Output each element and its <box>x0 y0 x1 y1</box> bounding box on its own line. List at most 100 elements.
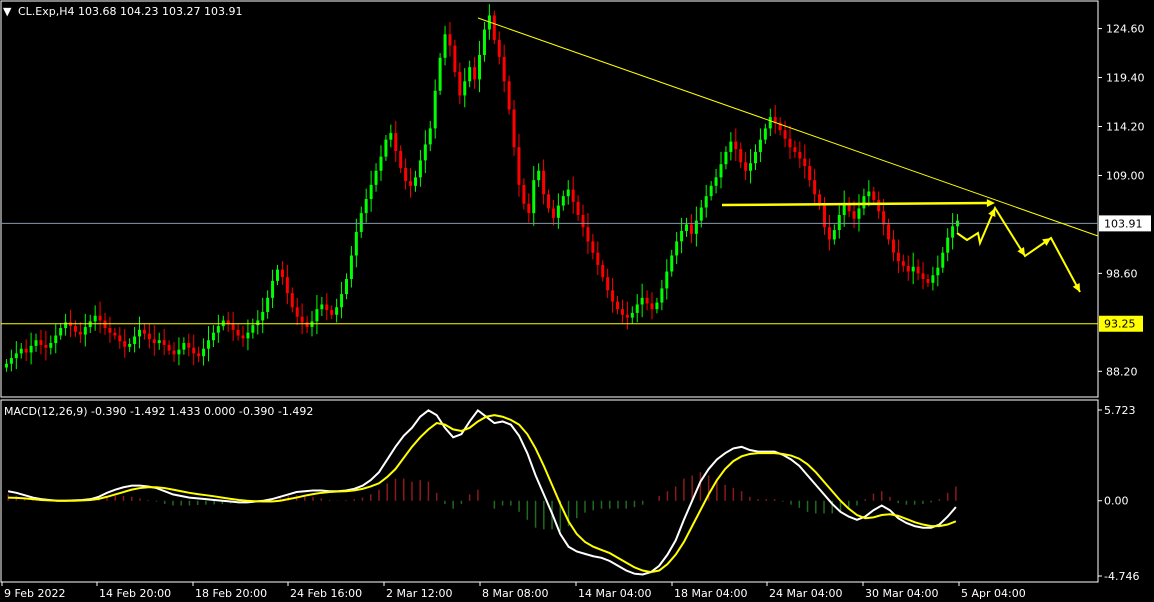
candle-body <box>379 156 383 171</box>
candle-body <box>24 348 28 353</box>
candle-body <box>803 158 807 167</box>
symbol-header: CL.Exp,H4 103.68 104.23 103.27 103.91 <box>18 5 242 18</box>
candle-body <box>211 332 215 341</box>
candle-body <box>443 34 447 58</box>
candle-body <box>694 220 698 234</box>
candle-body <box>887 224 891 240</box>
macd-header: MACD(12,26,9) -0.390 -1.492 1.433 0.000 … <box>4 405 313 418</box>
candle-body <box>330 310 334 315</box>
support-price-label: 93.25 <box>1104 318 1136 331</box>
candle-body <box>906 265 910 272</box>
candle-body <box>49 343 53 348</box>
candle-body <box>502 56 506 82</box>
candle-body <box>547 194 551 209</box>
candle-body <box>428 128 432 145</box>
candle-body <box>596 252 600 265</box>
candle-body <box>290 293 294 308</box>
time-tick-label: 2 Mar 12:00 <box>386 587 452 600</box>
candle-body <box>556 205 560 218</box>
candle-body <box>872 191 876 200</box>
candle-body <box>946 237 950 253</box>
candle-body <box>177 349 181 355</box>
candle-body <box>34 340 38 346</box>
candle-body <box>832 230 836 240</box>
candle-body <box>340 294 344 308</box>
candle-body <box>714 177 718 186</box>
candle-body <box>349 255 353 280</box>
candle-body <box>280 269 284 278</box>
candle-body <box>389 133 393 140</box>
candle-body <box>640 297 644 305</box>
candle-body <box>458 71 462 96</box>
candle-body <box>423 144 427 161</box>
candle-body <box>680 231 684 242</box>
candle-body <box>896 252 900 262</box>
candle-body <box>625 314 629 318</box>
candle-body <box>537 170 541 181</box>
candle-body <box>54 335 58 344</box>
candle-body <box>300 316 304 323</box>
candle-body <box>862 196 866 209</box>
macd-tick-label: -4.746 <box>1104 570 1139 583</box>
candle-body <box>14 353 18 359</box>
candle-body <box>724 151 728 165</box>
candle-body <box>9 358 13 364</box>
candle-body <box>591 241 595 253</box>
candle-body <box>620 309 624 315</box>
current-price-label: 103.91 <box>1104 217 1143 230</box>
candle-body <box>522 184 526 204</box>
candle-body <box>453 45 457 72</box>
candle-body <box>374 170 378 185</box>
candle-body <box>891 239 895 253</box>
chart-menu-triangle-icon[interactable]: ▼ <box>3 5 12 18</box>
candle-body <box>867 191 871 197</box>
time-tick-label: 8 Mar 08:00 <box>482 587 548 600</box>
price-tick-label: 109.00 <box>1106 169 1145 182</box>
candle-body <box>916 266 920 274</box>
candle-body <box>404 167 408 182</box>
time-tick-label: 5 Apr 04:00 <box>961 587 1026 600</box>
candle-body <box>359 213 363 232</box>
candle-body <box>59 327 63 336</box>
candle-body <box>542 170 546 195</box>
candle-body <box>931 275 935 283</box>
candle-body <box>192 347 196 354</box>
candle-body <box>418 160 422 178</box>
candle-body <box>128 343 132 347</box>
candle-body <box>921 273 925 280</box>
time-tick-label: 24 Feb 16:00 <box>290 587 362 600</box>
candle-body <box>758 139 762 152</box>
candle-body <box>325 304 329 311</box>
candle-body <box>951 226 955 238</box>
candle-body <box>64 322 68 328</box>
candle-body <box>768 117 772 129</box>
candle-body <box>793 147 797 152</box>
candle-body <box>305 322 309 328</box>
macd-tick-label: 5.723 <box>1104 404 1136 417</box>
candle-body <box>138 329 142 337</box>
candle-body <box>468 67 472 82</box>
candle-body <box>852 211 856 219</box>
candle-body <box>926 279 930 283</box>
price-tick-label: 119.40 <box>1106 72 1145 85</box>
macd-tick-label: 0.00 <box>1104 495 1129 508</box>
candle-body <box>207 340 211 349</box>
candle-body <box>492 15 496 40</box>
candle-body <box>118 335 122 342</box>
candle-body <box>384 139 388 157</box>
candle-body <box>744 162 748 171</box>
candle-body <box>162 340 166 345</box>
candle-body <box>901 261 905 266</box>
candle-body <box>719 164 723 178</box>
candle-body <box>147 333 151 340</box>
candle-body <box>364 199 368 214</box>
candle-body <box>236 329 240 336</box>
chart-canvas: 124.60 119.40 114.20 109.00 98.60 88.20 103.91… <box>0 0 1154 602</box>
candle-body <box>216 326 220 333</box>
candle-body <box>630 312 634 318</box>
candle-body <box>586 227 590 242</box>
candle-body <box>675 241 679 256</box>
candle-body <box>704 196 708 208</box>
candle-body <box>29 345 33 353</box>
candle-body <box>78 331 82 335</box>
